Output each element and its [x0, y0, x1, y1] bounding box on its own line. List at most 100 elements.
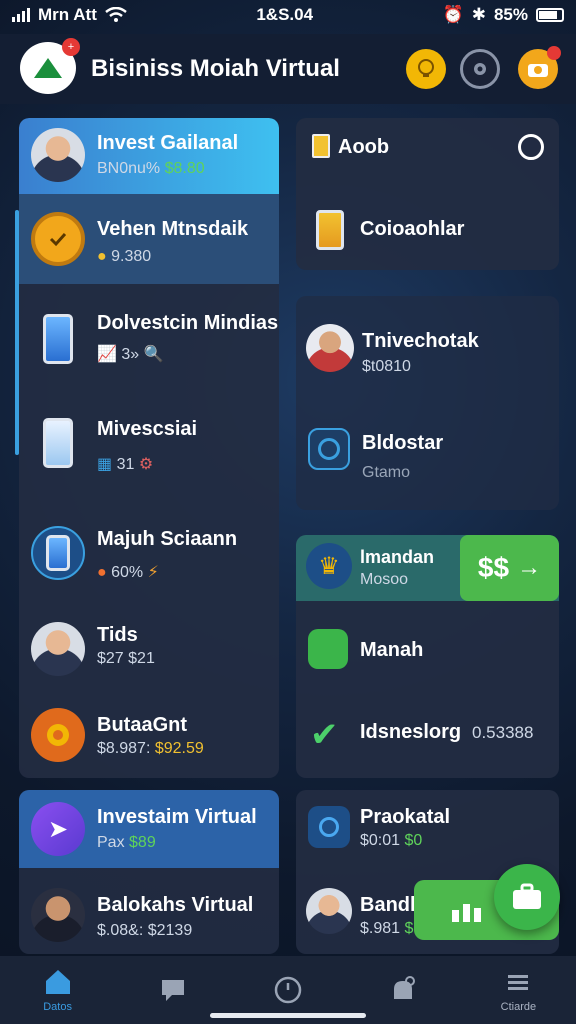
item-title: Bldostar	[362, 432, 444, 454]
radio-button[interactable]	[518, 134, 544, 160]
home-indicator[interactable]	[210, 1013, 366, 1018]
badge-coin-icon	[31, 212, 85, 266]
list-item[interactable]: Tids $27 $21	[19, 604, 279, 692]
arrow-right-icon: →	[517, 554, 542, 581]
stopwatch-icon	[308, 806, 350, 848]
avatar	[31, 622, 85, 676]
list-item[interactable]: Manah	[296, 615, 559, 685]
right-top-panel: Aoob Coioaohlar	[296, 118, 559, 270]
item-title: Tids	[97, 624, 138, 646]
fire-icon: ●	[97, 564, 107, 581]
avatar	[306, 324, 354, 372]
nav-item-menu[interactable]: Ctiarde	[461, 956, 576, 1024]
lightbulb-button[interactable]	[406, 49, 446, 89]
wifi-icon	[105, 7, 127, 22]
item-subtitle: $8.987: $92.59	[97, 740, 204, 757]
right-mid-panel: Tnivechotak $t0810 Bldostar Gtamo	[296, 296, 559, 510]
list-item[interactable]: Majuh Sciaann ● 60% ⚡	[19, 504, 279, 604]
item-subtitle: BN0nu% $8.80	[97, 160, 205, 177]
target-icon	[308, 428, 350, 470]
document-icon	[312, 134, 330, 158]
item-title: Balokahs Virtual	[97, 894, 254, 916]
clock-icon	[274, 976, 302, 1004]
item-subtitle: Pax $89	[97, 834, 156, 851]
item-title: Dolvestcin Mindiasil	[97, 312, 279, 334]
app-screen: Mrn Att 1&S.04 ⏰ ✱ 85% + Bisiniss Moiah …	[0, 0, 576, 1024]
home-icon	[45, 970, 70, 994]
clock: 1&S.04	[256, 5, 314, 24]
page-title: Bisiniss Moiah Virtual	[91, 55, 340, 82]
list-item[interactable]: ♛ lmandan Mosoo $$ →	[296, 535, 559, 601]
right-lower-panel: ♛ lmandan Mosoo $$ → Manah ✔ Idsneslorg …	[296, 535, 559, 778]
briefcase-fab-button[interactable]	[494, 864, 560, 930]
list-item[interactable]: Balokahs Virtual $.08&: $2139	[19, 876, 279, 954]
item-title: Bandh	[360, 894, 423, 916]
list-item[interactable]: Praokatal $0:01 $0	[296, 790, 559, 868]
signal-icon	[12, 8, 30, 22]
item-subtitle: Gtamo	[362, 464, 411, 481]
item-subtitle: $.08&: $2139	[97, 922, 193, 939]
bar-chart-icon	[452, 904, 481, 922]
list-item[interactable]: ✔ Idsneslorg 0.53388	[296, 699, 559, 769]
lightbulb-icon	[418, 59, 434, 77]
briefcase-icon	[513, 883, 541, 909]
send-icon: ➤	[31, 802, 85, 856]
avatar	[31, 888, 85, 942]
location-button[interactable]	[460, 49, 500, 89]
item-title: Praokatal	[360, 806, 451, 828]
logo-mark-icon	[34, 58, 62, 78]
menu-icon	[508, 975, 529, 990]
list-item[interactable]: Invest Gailanal BN0nu% $8.80	[19, 118, 279, 194]
chat-icon	[161, 980, 184, 1001]
item-subtitle: $.981 $	[360, 920, 414, 937]
bluetooth-icon: ✱	[471, 5, 486, 24]
wallet-icon	[308, 629, 348, 669]
nav-label: Datos	[43, 1001, 72, 1013]
nav-item-home[interactable]: Datos	[0, 956, 115, 1024]
transfer-button[interactable]: $$ →	[460, 535, 559, 601]
list-item[interactable]: Bldostar Gtamo	[296, 408, 559, 508]
item-subtitle: 📈 3» 🔍	[97, 346, 164, 363]
list-item[interactable]: Dolvestcin Mindiasil 📈 3» 🔍	[19, 284, 279, 394]
camera-icon	[528, 64, 548, 77]
item-title: ButaaGnt	[97, 714, 187, 736]
alarm-icon: ⏰	[442, 5, 464, 24]
list-item[interactable]: Coioaohlar	[296, 188, 559, 268]
list-item[interactable]: ButaaGnt $8.987: $92.59	[19, 692, 279, 778]
list-item[interactable]: Aoob	[296, 118, 559, 178]
camera-button[interactable]	[518, 46, 561, 89]
item-subtitle: Mosoo	[360, 571, 409, 588]
item-title: Investaim Virtual	[97, 806, 257, 828]
battery-icon	[535, 8, 564, 22]
phone-icon	[31, 526, 85, 580]
item-subtitle: $t0810	[362, 358, 411, 375]
nav-label: Ctiarde	[500, 1001, 537, 1013]
item-subtitle: ● 9.380	[97, 248, 152, 265]
app-logo[interactable]: +	[20, 38, 80, 94]
notification-dot	[547, 46, 561, 60]
status-bar: Mrn Att 1&S.04 ⏰ ✱ 85%	[0, 0, 576, 30]
item-subtitle: $0:01 $0	[360, 832, 423, 849]
bell-icon	[394, 976, 416, 999]
carrier-label: Mrn Att	[38, 5, 97, 24]
phone-icon	[316, 210, 344, 250]
checkmark-icon: ✔	[310, 716, 339, 754]
item-title: Coioaohlar	[360, 218, 465, 240]
phone-icon	[31, 416, 85, 470]
bolt-icon: ⚡	[147, 564, 159, 581]
list-item[interactable]: ➤ Investaim Virtual Pax $89	[19, 790, 279, 868]
list-item[interactable]: Tnivechotak $t0810	[296, 296, 559, 396]
transfer-label: $$	[477, 552, 510, 583]
item-title: Idsneslorg	[360, 721, 462, 743]
item-subtitle: ● 60% ⚡	[97, 564, 159, 581]
logo-badge: +	[62, 38, 80, 56]
gear-icon	[31, 708, 85, 762]
list-item[interactable]: Vehen Mtnsdaik ● 9.380	[19, 194, 279, 284]
chart-icon: 📈	[97, 346, 117, 363]
item-subtitle: $27 $21	[97, 650, 155, 667]
list-item[interactable]: Mivescsiai ▦ 31 ⚙	[19, 394, 279, 504]
search-icon: 🔍	[143, 346, 164, 363]
phone-icon	[31, 312, 85, 366]
item-title: Vehen Mtnsdaik	[97, 218, 249, 240]
item-title: Manah	[360, 639, 424, 661]
